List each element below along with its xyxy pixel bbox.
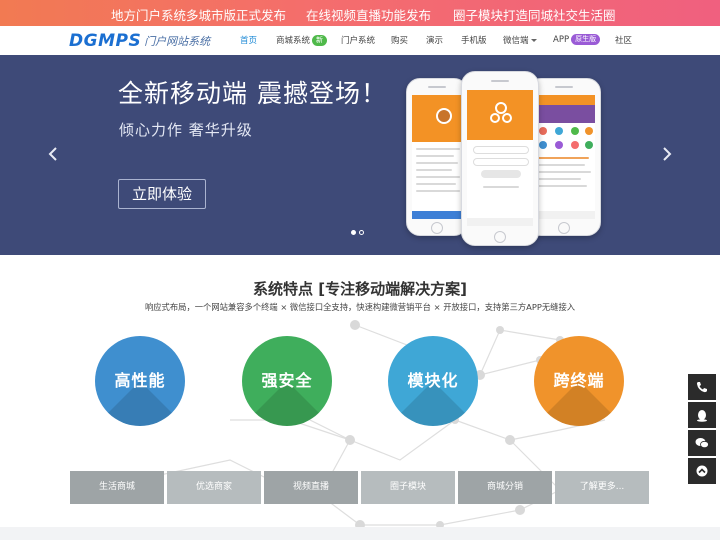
nav-item-demo[interactable]: 演示 <box>426 34 443 46</box>
announcement-link-1[interactable]: 地方门户系统多城市版正式发布 <box>111 5 286 24</box>
try-now-button[interactable]: 立即体验 <box>118 179 206 209</box>
banner-subtitle: 倾心力作 奢华升级 <box>119 121 253 139</box>
banner-title: 全新移动端 震撼登场！ <box>118 79 387 108</box>
nav-item-home[interactable]: 首页 <box>240 34 257 46</box>
main-nav: DGMPS 门户网站系统 首页 商城系统新 门户系统 购买 演示 手机版 微信端… <box>0 26 720 55</box>
nav-item-app[interactable]: APP 原生版 <box>553 34 601 45</box>
phone-icon <box>696 382 707 393</box>
carousel-dot-1[interactable] <box>351 230 356 235</box>
tab-life-mall[interactable]: 生活商城 <box>70 471 164 504</box>
feature-security[interactable]: 强安全 <box>242 336 332 426</box>
nav-item-portal[interactable]: 门户系统 <box>341 34 375 46</box>
native-badge: 原生版 <box>571 34 601 45</box>
chevron-left-icon[interactable] <box>46 147 60 161</box>
qq-button[interactable] <box>688 402 716 428</box>
new-badge: 新 <box>312 35 328 46</box>
tab-preferred-merchants[interactable]: 优选商家 <box>167 471 261 504</box>
feature-tabs: 生活商城 优选商家 视频直播 圈子模块 商城分销 了解更多... <box>70 471 649 504</box>
back-to-top-icon <box>696 465 708 477</box>
qq-icon <box>697 409 707 422</box>
features-title: 系统特点 [专注移动端解决方案] <box>253 280 467 298</box>
carousel-dot-2[interactable] <box>359 230 364 235</box>
logo-mark: DGMPS <box>69 31 142 51</box>
tab-mall-distribution[interactable]: 商城分销 <box>458 471 552 504</box>
feature-modular[interactable]: 模块化 <box>388 336 478 426</box>
feature-high-performance[interactable]: 高性能 <box>95 336 185 426</box>
nav-item-community[interactable]: 社区 <box>615 34 632 46</box>
footer-strip <box>0 527 720 540</box>
app-logo-icon <box>490 102 512 123</box>
back-to-top-button[interactable] <box>688 458 716 484</box>
phone-mockup-center <box>461 71 539 246</box>
tab-circle-module[interactable]: 圈子模块 <box>361 471 455 504</box>
wechat-icon <box>695 438 709 449</box>
announcement-bar: 地方门户系统多城市版正式发布 在线视频直播功能发布 圈子模块打造同城社交生活圈 <box>0 0 720 26</box>
avatar <box>436 108 452 124</box>
announcement-link-2[interactable]: 在线视频直播功能发布 <box>306 5 431 24</box>
nav-item-buy[interactable]: 购买 <box>391 34 408 46</box>
tab-video-live[interactable]: 视频直播 <box>264 471 358 504</box>
site-logo[interactable]: DGMPS 门户网站系统 <box>69 31 210 51</box>
nav-item-wechat[interactable]: 微信端 <box>503 34 537 46</box>
side-toolbar <box>688 374 716 486</box>
features-description: 响应式布局，一个网站兼容多个终端 × 微信接口全支持，快速构建微营销平台 × 开… <box>144 302 576 312</box>
chevron-right-icon[interactable] <box>660 147 674 161</box>
nav-item-mall[interactable]: 商城系统新 <box>276 34 328 46</box>
phone-mockup-left <box>406 78 468 236</box>
phone-button[interactable] <box>688 374 716 400</box>
nav-item-mobile[interactable]: 手机版 <box>461 34 487 46</box>
feature-cross-platform[interactable]: 跨终端 <box>534 336 624 426</box>
announcement-link-3[interactable]: 圈子模块打造同城社交生活圈 <box>453 5 616 24</box>
wechat-button[interactable] <box>688 430 716 456</box>
logo-text: 门户网站系统 <box>144 35 211 48</box>
tab-learn-more[interactable]: 了解更多... <box>555 471 649 504</box>
hero-banner: 全新移动端 震撼登场！ 倾心力作 奢华升级 立即体验 <box>0 55 720 255</box>
carousel-dots <box>351 230 364 235</box>
chevron-down-icon <box>530 39 537 42</box>
